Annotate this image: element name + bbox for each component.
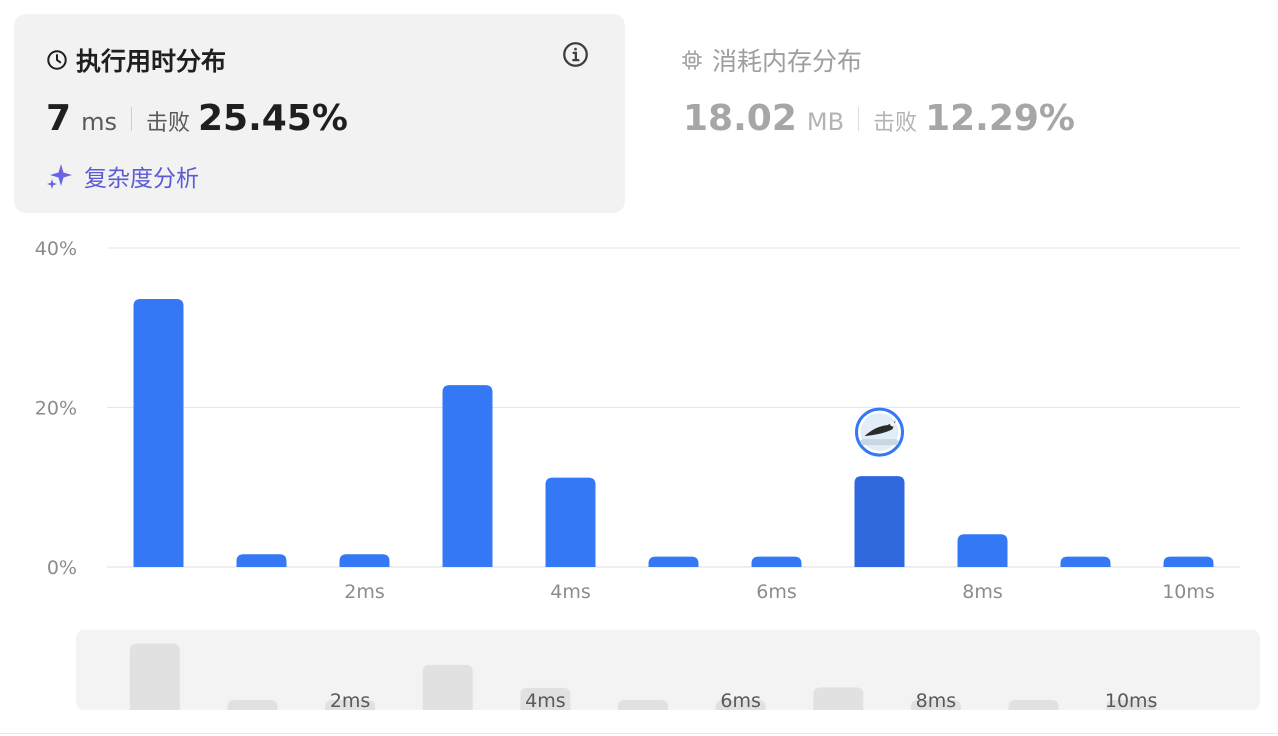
x-tick-label: 8ms — [962, 581, 1003, 603]
overview-bar — [227, 700, 278, 710]
memory-title-text: 消耗内存分布 — [712, 47, 863, 76]
runtime-beat-percent: 25.45% — [197, 98, 348, 139]
clock-icon — [47, 50, 67, 70]
eagle-head — [890, 421, 895, 427]
memory-beat-label: 击败 — [873, 111, 918, 136]
x-tick-label: 6ms — [756, 581, 797, 603]
overview-x-tick-label: 8ms — [916, 690, 957, 710]
x-tick-label: 10ms — [1162, 581, 1215, 603]
bar — [1163, 556, 1214, 567]
y-tick-label: 0% — [47, 557, 77, 579]
divider — [858, 106, 860, 131]
chart-overview-brush[interactable]: 2ms 4ms 6ms 8ms 10ms — [76, 630, 1260, 710]
info-icon[interactable] — [562, 41, 589, 68]
bar — [339, 554, 390, 567]
memory-metric: 18.02 MB 击败 12.29% — [683, 98, 1075, 139]
user-avatar — [855, 407, 904, 457]
runtime-unit: ms — [81, 108, 117, 136]
overview-bar — [618, 700, 668, 710]
memory-unit: MB — [806, 108, 845, 136]
bar — [236, 554, 287, 567]
divider — [130, 106, 132, 131]
avatar-ground — [860, 439, 899, 446]
overview-bar — [1008, 700, 1059, 710]
y-tick-label: 20% — [35, 398, 77, 420]
memory-beat-percent: 12.29% — [925, 98, 1076, 139]
runtime-title: 执行用时分布 — [46, 42, 226, 78]
bar — [1060, 556, 1111, 567]
overview-chart[interactable]: 2ms 4ms 6ms 8ms 10ms — [76, 630, 1260, 710]
overview-bar — [129, 643, 180, 710]
overview-bar — [813, 687, 864, 710]
bar — [545, 477, 596, 567]
complexity-analysis-label: 复杂度分析 — [84, 166, 199, 192]
memory-tab[interactable]: 消耗内存分布 — [680, 42, 862, 78]
bar — [442, 385, 493, 567]
bar — [648, 556, 699, 567]
sparkle-icon — [47, 164, 72, 189]
y-tick-label: 40% — [35, 238, 77, 260]
overview-x-tick-label: 2ms — [330, 690, 371, 710]
bar — [133, 299, 184, 567]
chip-icon — [682, 50, 702, 70]
overview-bar — [422, 664, 473, 710]
bar — [751, 556, 802, 567]
runtime-title-text: 执行用时分布 — [76, 47, 227, 76]
runtime-value: 7 — [46, 98, 72, 139]
memory-value: 18.02 — [683, 98, 797, 139]
runtime-beat-label: 击败 — [145, 111, 190, 136]
runtime-metric: 7 ms 击败 25.45% — [46, 98, 348, 139]
x-tick-label: 4ms — [550, 581, 591, 603]
complexity-analysis-link[interactable]: 复杂度分析 — [46, 159, 199, 193]
selected-bar — [854, 476, 905, 567]
x-tick-label: 2ms — [344, 581, 385, 603]
runtime-distribution-chart[interactable]: 0% 20% 40% 2ms 4ms 6ms 8ms 10ms — [0, 225, 1278, 625]
divider — [0, 733, 1278, 734]
runtime-card[interactable]: 执行用时分布 7 ms 击败 25.45% 复杂度分析 — [14, 14, 625, 213]
overview-x-tick-label: 10ms — [1105, 690, 1158, 710]
overview-x-tick-label: 6ms — [720, 690, 761, 710]
overview-x-tick-label: 4ms — [525, 690, 566, 710]
bar — [957, 534, 1008, 567]
